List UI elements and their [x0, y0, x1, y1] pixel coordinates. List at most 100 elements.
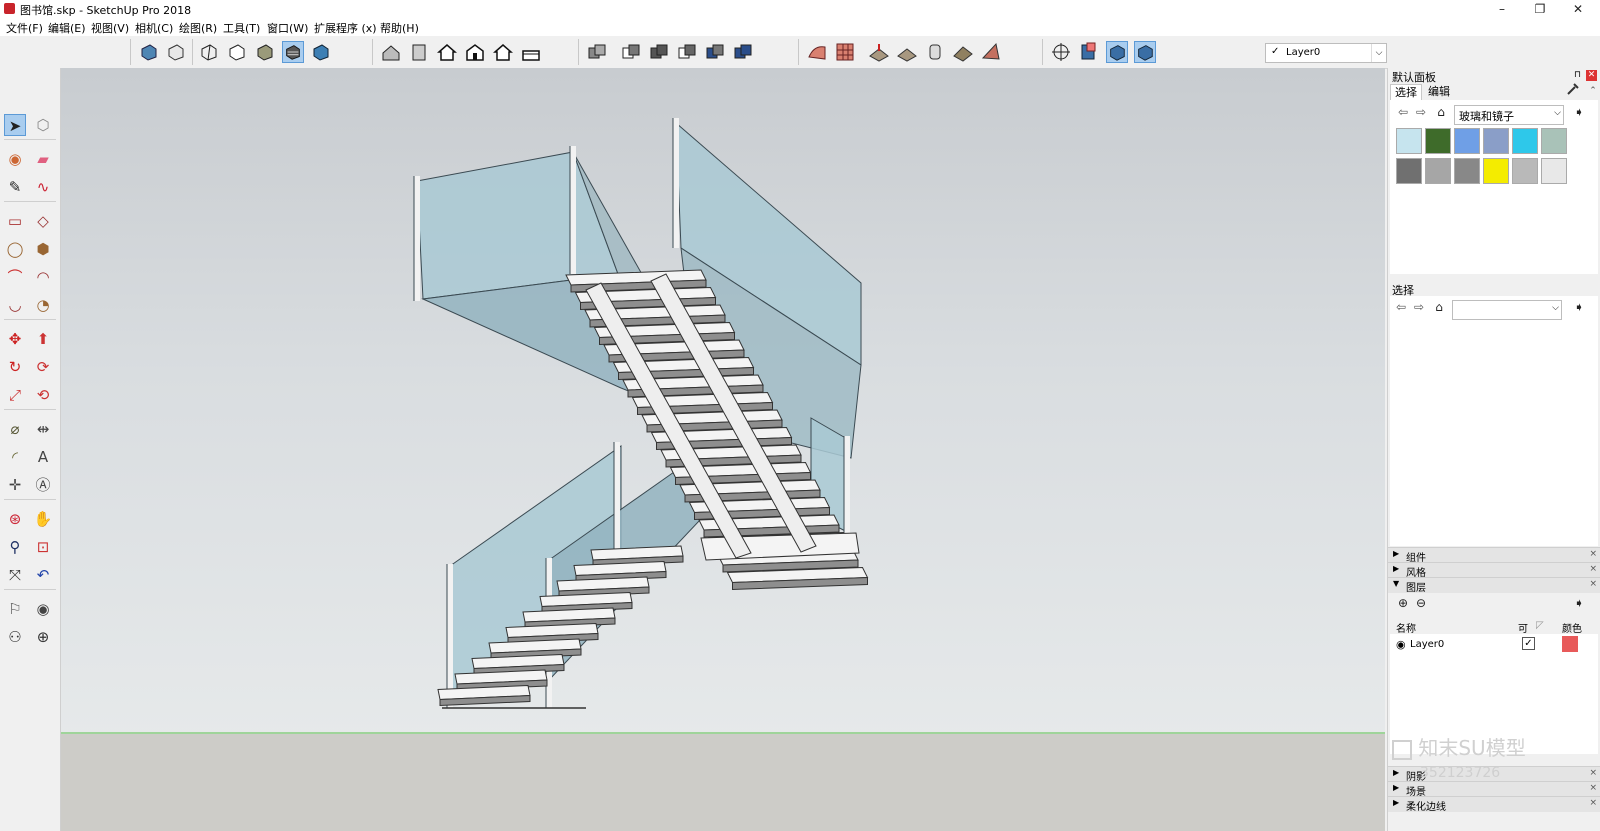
- add-detail-icon[interactable]: [952, 41, 974, 63]
- protractor-icon[interactable]: ◜: [4, 446, 26, 468]
- section-plane-icon[interactable]: ⊕: [32, 626, 54, 648]
- make-component-icon[interactable]: ⬡: [32, 114, 54, 136]
- tray-section-bar[interactable]: ▶ 组件 ×: [1388, 547, 1600, 564]
- outer-shell-icon[interactable]: [586, 41, 608, 63]
- restore-button[interactable]: ❐: [1520, 0, 1560, 18]
- add-layer-icon[interactable]: ⊕: [1396, 596, 1410, 610]
- details-arrow-icon[interactable]: ➧: [1572, 596, 1586, 610]
- push-pull-icon[interactable]: ⬆: [32, 328, 54, 350]
- menu-window[interactable]: 窗口(W): [267, 20, 308, 36]
- left-view-icon[interactable]: [520, 41, 542, 63]
- display-section-cuts-icon[interactable]: [1106, 41, 1128, 63]
- hidden-line-icon[interactable]: [226, 41, 248, 63]
- freehand-icon[interactable]: ∿: [32, 176, 54, 198]
- walk-icon[interactable]: ⚇: [4, 626, 26, 648]
- menu-edit[interactable]: 编辑(E): [48, 20, 86, 36]
- flip-edge-icon[interactable]: [980, 41, 1002, 63]
- material-library-select[interactable]: 玻璃和镜子 ⌵: [1454, 105, 1564, 125]
- pin-icon[interactable]: ⊓: [1572, 70, 1583, 81]
- staircase-model[interactable]: [61, 68, 1385, 831]
- details-arrow-icon[interactable]: ➧: [1572, 300, 1586, 314]
- iso-view-icon[interactable]: [380, 41, 402, 63]
- material-swatch[interactable]: [1483, 128, 1509, 154]
- collapsed-arrow-icon[interactable]: ▶: [1393, 768, 1399, 777]
- rotated-rectangle-icon[interactable]: ◇: [32, 210, 54, 232]
- forward-arrow-icon[interactable]: ⇨: [1414, 105, 1428, 119]
- tray-section-bar[interactable]: ▶ 风格 ×: [1388, 562, 1600, 579]
- stamp-icon[interactable]: [896, 41, 918, 63]
- secondary-library-select[interactable]: ⌵: [1452, 300, 1562, 320]
- sandbox-contours-icon[interactable]: [806, 41, 828, 63]
- layer-visible-checkbox[interactable]: ✓: [1522, 637, 1535, 650]
- pencil-icon[interactable]: ✎: [4, 176, 26, 198]
- layer-color-swatch[interactable]: [1562, 636, 1578, 652]
- tray-section-bar[interactable]: ▶ 场景 ×: [1388, 781, 1600, 798]
- close-button[interactable]: ✕: [1558, 0, 1598, 18]
- chevron-down-icon[interactable]: ⌵: [1371, 44, 1386, 62]
- forward-arrow-icon[interactable]: ⇨: [1412, 300, 1426, 314]
- circle-icon[interactable]: ◯: [4, 238, 26, 260]
- rectangle-icon[interactable]: ▭: [4, 210, 26, 232]
- sort-icon[interactable]: ◸: [1536, 620, 1544, 631]
- layer-row[interactable]: ◉ Layer0 ✓: [1392, 636, 1597, 654]
- pan-icon[interactable]: ✋: [32, 508, 54, 530]
- back-edges-icon[interactable]: [165, 41, 187, 63]
- split-icon[interactable]: [732, 41, 754, 63]
- material-swatch[interactable]: [1483, 158, 1509, 184]
- eraser-icon[interactable]: ▰: [32, 148, 54, 170]
- menu-camera[interactable]: 相机(C): [135, 20, 173, 36]
- back-arrow-icon[interactable]: ⇦: [1396, 105, 1410, 119]
- material-swatch[interactable]: [1512, 158, 1538, 184]
- three-point-arc-icon[interactable]: ◡: [4, 294, 26, 316]
- xray-style-icon[interactable]: [138, 41, 160, 63]
- collapse-up-icon[interactable]: ⌃: [1586, 84, 1600, 98]
- display-section-fill-icon[interactable]: [1134, 41, 1156, 63]
- collapsed-arrow-icon[interactable]: ▶: [1393, 549, 1399, 558]
- sandbox-scratch-icon[interactable]: [834, 41, 856, 63]
- subtract-icon[interactable]: [676, 41, 698, 63]
- layers-col-color[interactable]: 颜色: [1562, 620, 1582, 635]
- orbit-icon[interactable]: ⊛: [4, 508, 26, 530]
- back-arrow-icon[interactable]: ⇦: [1394, 300, 1408, 314]
- select-icon[interactable]: ➤: [4, 114, 26, 136]
- home-icon[interactable]: ⌂: [1434, 105, 1448, 119]
- details-arrow-icon[interactable]: ➧: [1572, 105, 1586, 119]
- follow-me-icon[interactable]: ⟳: [32, 356, 54, 378]
- tape-measure-icon[interactable]: ⌀: [4, 418, 26, 440]
- material-swatch[interactable]: [1425, 128, 1451, 154]
- section-plane-tool-icon[interactable]: [1050, 41, 1072, 63]
- intersect-icon[interactable]: [620, 41, 642, 63]
- axes-icon[interactable]: ✛: [4, 474, 26, 496]
- union-icon[interactable]: [648, 41, 670, 63]
- trim-icon[interactable]: [704, 41, 726, 63]
- collapsed-arrow-icon[interactable]: ▶: [1393, 783, 1399, 792]
- shaded-icon[interactable]: [254, 41, 276, 63]
- layers-col-name[interactable]: 名称: [1396, 620, 1416, 635]
- menu-file[interactable]: 文件(F): [6, 20, 43, 36]
- delete-layer-icon[interactable]: ⊖: [1414, 596, 1428, 610]
- arc-icon[interactable]: ⌒: [4, 266, 26, 288]
- wireframe-icon[interactable]: [198, 41, 220, 63]
- front-view-icon[interactable]: [436, 41, 458, 63]
- material-swatch[interactable]: [1396, 158, 1422, 184]
- close-icon[interactable]: ✕: [1586, 70, 1597, 81]
- zoom-window-icon[interactable]: ⊡: [32, 536, 54, 558]
- monochrome-icon[interactable]: [310, 41, 332, 63]
- active-layer-radio[interactable]: ◉: [1396, 638, 1406, 651]
- zoom-icon[interactable]: ⚲: [4, 536, 26, 558]
- layer-dropdown[interactable]: ✓ Layer0 ⌵: [1265, 43, 1387, 63]
- material-swatch[interactable]: [1454, 128, 1480, 154]
- smoove-icon[interactable]: [868, 41, 890, 63]
- material-swatch[interactable]: [1512, 128, 1538, 154]
- position-camera-icon[interactable]: ⚐: [4, 598, 26, 620]
- material-swatch[interactable]: [1454, 158, 1480, 184]
- scale-icon[interactable]: ⤢: [4, 384, 26, 406]
- shaded-textures-icon[interactable]: [282, 41, 304, 63]
- menu-tools[interactable]: 工具(T): [223, 20, 260, 36]
- dimension-icon[interactable]: ⇹: [32, 418, 54, 440]
- close-icon[interactable]: ×: [1589, 579, 1597, 589]
- 3d-text-icon[interactable]: Ⓐ: [32, 474, 54, 496]
- home-icon[interactable]: ⌂: [1432, 300, 1446, 314]
- right-view-icon[interactable]: [464, 41, 486, 63]
- close-icon[interactable]: ×: [1589, 783, 1597, 793]
